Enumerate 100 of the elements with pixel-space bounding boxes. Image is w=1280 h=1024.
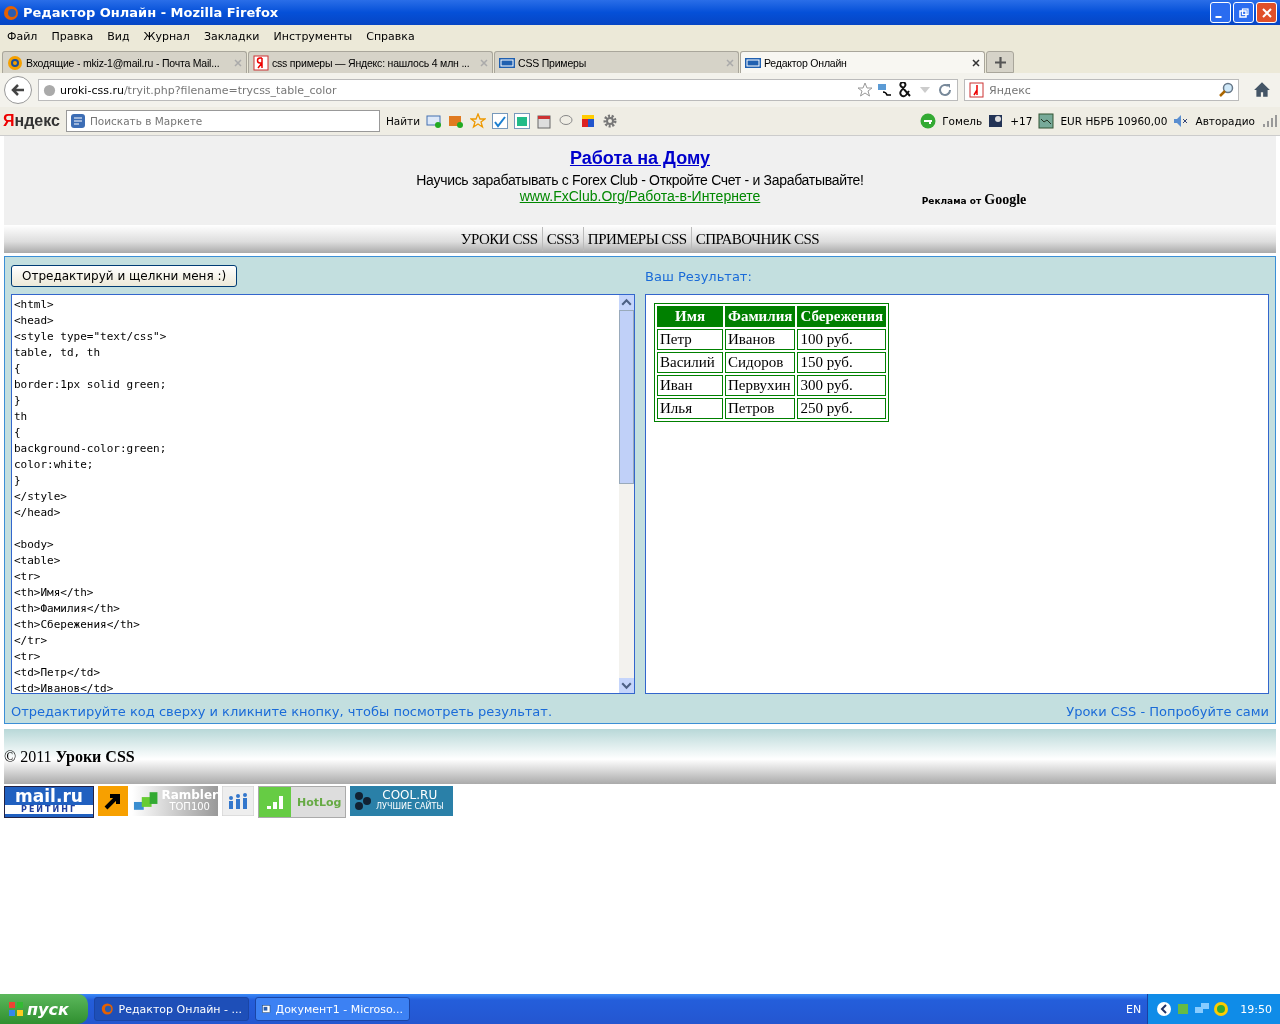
code-line: color:white; (14, 458, 94, 471)
browser-tab[interactable]: Входящие - mkiz-1@mail.ru - Почта Mail... (2, 51, 247, 73)
weather-icon (988, 113, 1005, 129)
code-line: <head> (14, 314, 54, 327)
translate-icon[interactable] (877, 82, 893, 98)
menu-item[interactable]: Файл (7, 29, 38, 43)
star-icon[interactable] (857, 82, 873, 98)
calendar-icon[interactable] (536, 113, 553, 129)
nav-link[interactable]: СПРАВОЧНИК CSS (691, 230, 824, 248)
radio-label[interactable]: Авторадио (1195, 115, 1255, 127)
bars-icon (259, 787, 291, 817)
clock: 19:50 (1240, 1002, 1272, 1016)
table-cell: Илья (657, 398, 723, 419)
blocks-icon (132, 790, 160, 812)
code-line: background-color:green; (14, 442, 167, 455)
chart-icon (1038, 113, 1055, 129)
yandex-logo[interactable]: Яндекс (3, 112, 60, 130)
new-tab-button[interactable] (986, 51, 1014, 73)
settings-icon[interactable] (602, 113, 619, 129)
ad-title-link[interactable]: Работа на Дому (569, 148, 710, 169)
menu-item[interactable]: Справка (366, 29, 415, 43)
chevron-icon[interactable] (1156, 1001, 1173, 1017)
code-line: <td>Петр</td> (14, 666, 101, 679)
nav-link[interactable]: CSS3 (542, 230, 583, 248)
restore-icon (1238, 7, 1249, 18)
code-line: <th>Сбережения</th> (14, 618, 140, 631)
code-editor[interactable] (11, 294, 635, 694)
close-button[interactable] (1256, 2, 1277, 23)
tutorial-link[interactable]: Уроки CSS - Попробуйте сами (1066, 704, 1269, 719)
search-box[interactable]: Яндекс (964, 79, 1239, 101)
currency-rate[interactable]: EUR НБРБ 10960,00 (1060, 115, 1168, 127)
code-line: <style type="text/css"> (14, 330, 167, 343)
code-line: { (14, 426, 21, 439)
find-button[interactable]: Найти (385, 115, 421, 127)
search-icon[interactable] (1218, 82, 1234, 98)
copyright-text: © 2011 Уроки CSS (4, 747, 135, 766)
table-cell: Василий (657, 352, 723, 373)
city-label[interactable]: Гомель (942, 115, 983, 127)
temperature-label[interactable]: +17 (1010, 115, 1033, 127)
globe-icon (43, 83, 56, 97)
address-bar[interactable]: uroki-css.ru/tryit.php?filename=trycss_table_color (38, 79, 958, 101)
spellcheck-icon[interactable] (492, 113, 509, 129)
browser-logo-icon (101, 1001, 114, 1017)
table-cell: 150 руб. (797, 352, 887, 373)
close-icon (1261, 7, 1272, 18)
muted-speaker-icon[interactable] (1173, 113, 1190, 129)
run-button[interactable]: Отредактируй и щелкни меня :) (11, 265, 238, 287)
column-header: Фамилия (725, 306, 796, 327)
home-icon[interactable] (1253, 81, 1271, 99)
rating-counter[interactable]: COOL.RU ЛУЧШИЕ САЙТЫ (350, 786, 453, 816)
nav-link[interactable]: ПРИМЕРЫ CSS (583, 230, 691, 248)
code-line: <body> (14, 538, 54, 551)
taskbar-button[interactable]: Документ1 - Microso... (255, 997, 410, 1021)
restore-button[interactable] (1233, 2, 1254, 23)
code-line: } (14, 474, 21, 487)
code-line: } (14, 394, 21, 407)
menu-item[interactable]: Инструменты (273, 29, 353, 43)
result-label: Ваш Результат: (645, 267, 753, 286)
language-indicator[interactable]: EN (1126, 1002, 1142, 1016)
close-tab-icon[interactable] (972, 58, 980, 67)
minimize-button[interactable] (1210, 2, 1231, 23)
table-cell: Петр (657, 329, 723, 350)
code-line: <tr> (14, 650, 41, 663)
rating-counter[interactable]: mail.ru РЕЙТИНГ (4, 786, 94, 818)
windows-logo-icon (8, 1001, 24, 1017)
code-line: <table> (14, 554, 61, 567)
ampersand-icon[interactable] (897, 82, 913, 98)
window-title: Редактор Онлайн - Mozilla Firefox (23, 5, 280, 20)
menu-item[interactable]: Журнал (143, 29, 190, 43)
ad-url-link[interactable]: www.FxClub.Org/Работа-в-Интернете (519, 188, 761, 204)
code-line: </tr> (14, 634, 48, 647)
ad-text: Научись зарабатывать с Forex Club - Откройте Счет - и Зарабатывайте! (416, 172, 864, 188)
cube-icon[interactable] (580, 113, 597, 129)
reload-icon[interactable] (937, 82, 953, 98)
code-line: { (14, 362, 21, 375)
people-counter-icon[interactable] (222, 786, 254, 816)
code-line: <html> (14, 298, 54, 311)
table-cell: Иванов (725, 329, 796, 350)
table-cell: Иван (657, 375, 723, 396)
back-button[interactable] (4, 76, 32, 104)
scrollbar[interactable] (619, 295, 634, 693)
menu-item[interactable]: Закладки (203, 29, 260, 43)
browser-tab[interactable]: Редактор Онлайн (740, 51, 985, 73)
code-line: <tr> (14, 570, 41, 583)
menu-item[interactable]: Вид (107, 29, 130, 43)
star-icon[interactable] (470, 113, 487, 129)
arrow-counter-icon[interactable] (98, 786, 128, 816)
menu-item[interactable]: Правка (51, 29, 94, 43)
browser-tab[interactable]: css примеры — Яндекс: нашлось 4 млн ... (248, 51, 493, 73)
browser-tab[interactable]: CSS Примеры (494, 51, 739, 73)
column-header: Сбережения (797, 306, 887, 327)
scroll-down-icon[interactable] (619, 678, 634, 693)
code-line: </head> (14, 506, 61, 519)
ad-credit: Реклама от Google (921, 192, 1027, 208)
nav-link[interactable]: УРОКИ CSS (456, 230, 542, 248)
table-cell: 100 руб. (797, 329, 887, 350)
code-line: <td>Иванов</td> (14, 682, 114, 693)
market-search-box[interactable]: Поискать в Маркете (65, 110, 380, 132)
taskbar-button[interactable]: Редактор Онлайн - ... (94, 997, 249, 1021)
scroll-up-icon[interactable] (619, 295, 634, 310)
